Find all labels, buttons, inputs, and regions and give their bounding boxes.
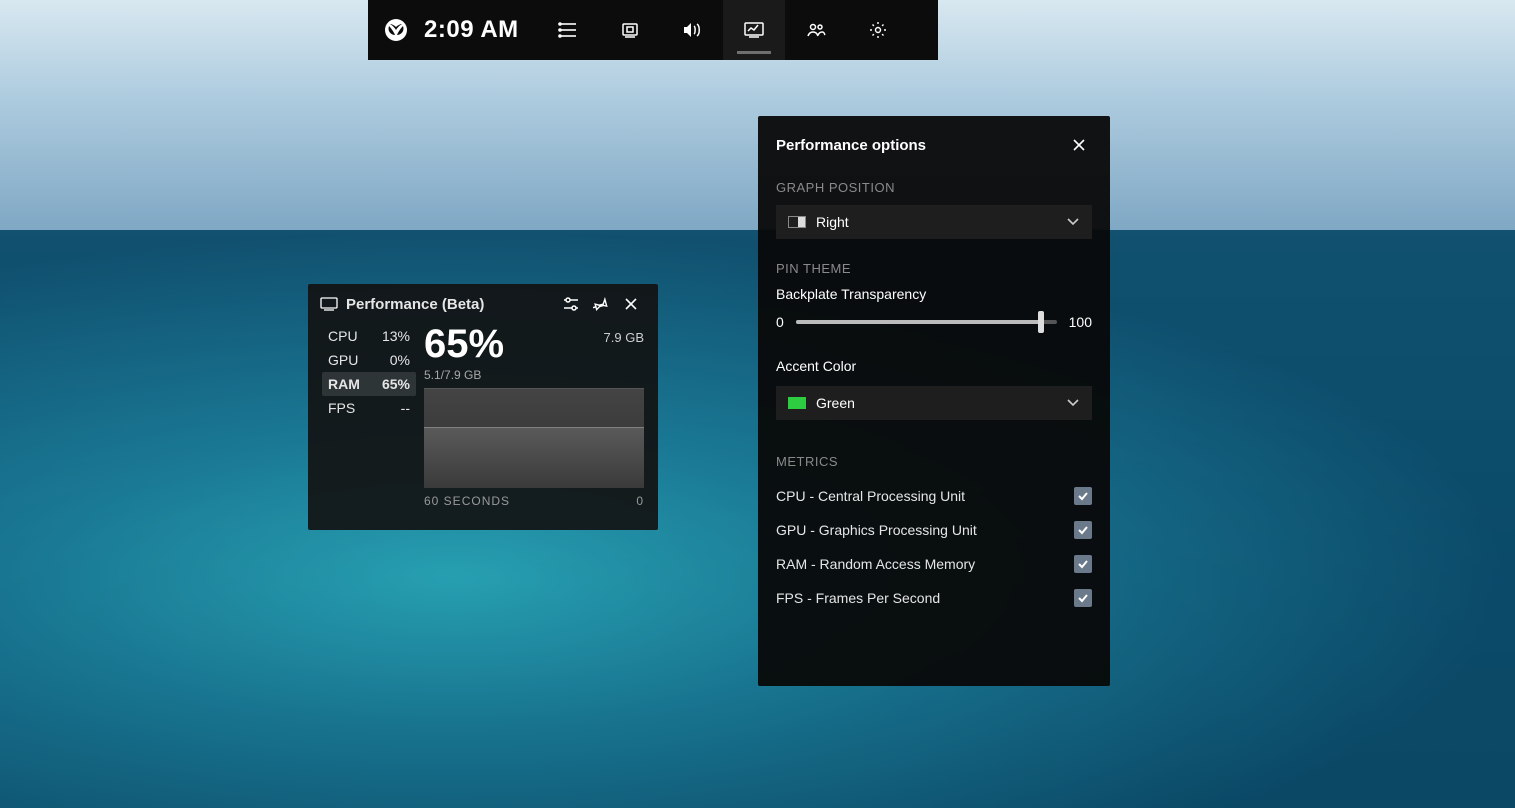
metric-fps[interactable]: FPS -- xyxy=(322,396,416,420)
graph-position-value: Right xyxy=(816,214,1066,230)
metric-value: 65% xyxy=(382,376,410,392)
checkbox-checked-icon[interactable] xyxy=(1074,589,1092,607)
selected-metric-total: 7.9 GB xyxy=(604,330,644,345)
clock: 2:09 AM xyxy=(424,16,519,44)
selected-metric-sub: 5.1/7.9 GB xyxy=(424,368,644,382)
performance-title-icon xyxy=(320,297,338,311)
transparency-slider[interactable] xyxy=(796,320,1057,324)
selected-metric-big: 65% xyxy=(424,324,504,364)
accent-color-dropdown[interactable]: Green xyxy=(776,386,1092,420)
metrics-list: CPU 13% GPU 0% RAM 65% FPS -- xyxy=(322,324,416,508)
checkbox-checked-icon[interactable] xyxy=(1074,487,1092,505)
performance-options-icon[interactable] xyxy=(556,289,586,319)
metric-toggle-cpu[interactable]: CPU - Central Processing Unit xyxy=(776,479,1092,513)
metric-label: RAM xyxy=(328,376,360,392)
graph-position-dropdown[interactable]: Right xyxy=(776,205,1092,239)
graph-axis: 60 SECONDS 0 xyxy=(424,494,644,508)
metrics-section-label: METRICS xyxy=(776,454,1092,469)
metric-label: GPU xyxy=(328,352,358,368)
capture-icon[interactable] xyxy=(599,0,661,60)
accent-color-label: Accent Color xyxy=(776,358,1092,374)
metric-toggle-label: FPS - Frames Per Second xyxy=(776,590,940,606)
chevron-down-icon xyxy=(1066,217,1080,227)
metric-cpu[interactable]: CPU 13% xyxy=(322,324,416,348)
performance-titlebar: Performance (Beta) xyxy=(308,284,658,324)
options-title: Performance options xyxy=(776,137,1066,154)
pin-theme-label: PIN THEME xyxy=(776,261,1092,276)
close-icon[interactable] xyxy=(1066,132,1092,158)
performance-icon[interactable] xyxy=(723,0,785,60)
performance-title: Performance (Beta) xyxy=(346,296,556,313)
slider-min: 0 xyxy=(776,314,784,330)
game-bar-toolbar: 2:09 AM xyxy=(368,0,938,60)
metric-toggle-label: RAM - Random Access Memory xyxy=(776,556,975,572)
pin-icon[interactable] xyxy=(586,289,616,319)
metric-toggle-gpu[interactable]: GPU - Graphics Processing Unit xyxy=(776,513,1092,547)
xbox-social-icon[interactable] xyxy=(785,0,847,60)
metric-ram[interactable]: RAM 65% xyxy=(322,372,416,396)
axis-left: 60 SECONDS xyxy=(424,494,510,508)
graph-position-label: GRAPH POSITION xyxy=(776,180,1092,195)
settings-icon[interactable] xyxy=(847,0,909,60)
metric-toggle-label: GPU - Graphics Processing Unit xyxy=(776,522,977,538)
performance-options-panel: Performance options GRAPH POSITION Right… xyxy=(758,116,1110,686)
axis-right: 0 xyxy=(636,494,644,508)
metric-label: CPU xyxy=(328,328,358,344)
close-icon[interactable] xyxy=(616,289,646,319)
checkbox-checked-icon[interactable] xyxy=(1074,521,1092,539)
metric-value: -- xyxy=(401,400,410,416)
widgets-menu-icon[interactable] xyxy=(537,0,599,60)
chevron-down-icon xyxy=(1066,398,1080,408)
usage-graph xyxy=(424,388,644,488)
audio-icon[interactable] xyxy=(661,0,723,60)
slider-thumb[interactable] xyxy=(1038,311,1044,333)
metric-value: 0% xyxy=(390,352,410,368)
checkbox-checked-icon[interactable] xyxy=(1074,555,1092,573)
metric-label: FPS xyxy=(328,400,355,416)
metric-toggle-label: CPU - Central Processing Unit xyxy=(776,488,965,504)
metric-gpu[interactable]: GPU 0% xyxy=(322,348,416,372)
performance-widget: Performance (Beta) CPU 13% GPU 0% RAM 65… xyxy=(308,284,658,530)
metric-toggle-fps[interactable]: FPS - Frames Per Second xyxy=(776,581,1092,615)
slider-max: 100 xyxy=(1069,314,1092,330)
metric-value: 13% xyxy=(382,328,410,344)
position-swatch-icon xyxy=(788,216,806,228)
transparency-label: Backplate Transparency xyxy=(776,286,1092,302)
accent-swatch-icon xyxy=(788,397,806,409)
metric-toggle-ram[interactable]: RAM - Random Access Memory xyxy=(776,547,1092,581)
xbox-icon[interactable] xyxy=(382,16,410,44)
accent-color-value: Green xyxy=(816,395,1066,411)
